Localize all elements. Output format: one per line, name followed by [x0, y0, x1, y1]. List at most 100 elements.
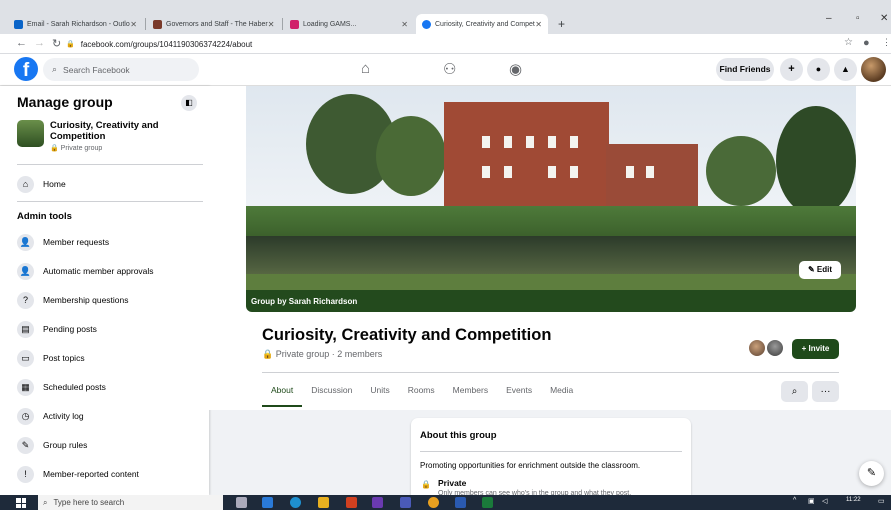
cover-photo: ✎ Edit Group by Sarah Richardson	[246, 86, 856, 312]
group-privacy: 🔒 Private group	[50, 145, 103, 152]
browser-tab-bar: Email - Sarah Richardson - Outlo ✕ Govern…	[0, 0, 891, 34]
pending-posts-icon: ▤	[17, 320, 34, 338]
close-icon[interactable]: ✕	[130, 20, 137, 29]
person-check-icon: 👤	[17, 262, 34, 280]
facebook-icon	[422, 19, 431, 29]
close-icon[interactable]: ✕	[401, 20, 408, 29]
compose-message-icon[interactable]: ✎	[859, 461, 884, 486]
cover-banner[interactable]: Group by Sarah Richardson	[246, 290, 856, 312]
sidebar-item-group-rules[interactable]: ✎ Group rules	[17, 434, 87, 456]
address-row: ← → ↻ 🔒 facebook.com/groups/104119030637…	[0, 34, 891, 54]
taskbar-search-input[interactable]: ⌕ Type here to search	[38, 495, 223, 510]
avatar[interactable]	[861, 57, 886, 82]
sidebar-item-member-requests[interactable]: 👤 Member requests	[17, 231, 109, 253]
close-icon[interactable]: ✕	[535, 20, 542, 29]
page-title: Curiosity, Creativity and Competition	[262, 326, 552, 344]
notification-center-icon[interactable]: ▭	[878, 497, 885, 505]
browser-tab-email[interactable]: Email - Sarah Richardson - Outlo ✕	[8, 14, 143, 34]
member-avatar[interactable]	[765, 338, 785, 358]
volume-icon[interactable]: ◁	[822, 497, 827, 505]
tray-chevron-icon[interactable]: ^	[793, 497, 796, 504]
sidebar-item-scheduled-posts[interactable]: ▦ Scheduled posts	[17, 376, 106, 398]
tab-about[interactable]: About	[262, 375, 303, 407]
tab-units[interactable]: Units	[361, 375, 398, 407]
tab-rooms[interactable]: Rooms	[399, 375, 444, 407]
group-subtitle: 🔒 Private group · 2 members	[262, 349, 383, 359]
browser-tab-gams[interactable]: Loading GAMS... ✕	[284, 14, 414, 34]
admin-tools-heading: Admin tools	[17, 211, 72, 222]
create-icon[interactable]: +	[780, 58, 803, 81]
sidebar-item-post-topics[interactable]: ▭ Post topics	[17, 347, 85, 369]
bookmark-star-icon[interactable]: ☆	[844, 37, 853, 48]
facebook-header: f ⌕ Search Facebook ⌂ ⚇ ◉ Find Friends +…	[0, 54, 891, 86]
tab-members[interactable]: Members	[444, 375, 497, 407]
profile-icon[interactable]: ●	[863, 37, 870, 49]
tab-media[interactable]: Media	[541, 375, 582, 407]
excel-icon[interactable]	[482, 497, 493, 508]
home-icon: ⌂	[17, 175, 34, 193]
gams-icon	[290, 19, 299, 29]
sidebar-item-automatic-member-approvals[interactable]: 👤 Automatic member approvals	[17, 260, 154, 282]
person-question-icon: ?	[17, 291, 34, 309]
browser-tab-governors[interactable]: Governors and Staff - The Haber ✕	[147, 14, 280, 34]
close-icon[interactable]: ✕	[268, 20, 275, 29]
lock-icon: 🔒	[66, 41, 75, 48]
word-icon[interactable]	[455, 497, 466, 508]
messenger-icon[interactable]: ●	[807, 58, 830, 81]
forward-icon[interactable]: →	[34, 37, 45, 49]
edit-cover-button[interactable]: ✎ Edit	[799, 261, 841, 279]
home-icon[interactable]: ⌂	[361, 60, 370, 77]
notifications-icon[interactable]: ▲	[834, 58, 857, 81]
edge-icon[interactable]	[290, 497, 301, 508]
post-topics-icon: ▭	[17, 349, 34, 367]
search-input[interactable]: ⌕ Search Facebook	[43, 58, 199, 81]
person-add-icon: 👤	[17, 233, 34, 251]
teams-icon[interactable]	[400, 497, 411, 508]
close-window-icon[interactable]: ✕	[880, 13, 888, 24]
group-thumbnail[interactable]	[17, 120, 44, 147]
menu-icon[interactable]: ⋮	[882, 37, 891, 48]
group-name[interactable]: Curiosity, Creativity and Competition	[50, 120, 190, 142]
clock-icon: ◷	[17, 407, 34, 425]
facebook-logo-icon[interactable]: f	[14, 57, 38, 81]
address-bar[interactable]: 🔒 facebook.com/groups/1041190306374224/a…	[66, 36, 826, 52]
onenote-icon[interactable]	[372, 497, 383, 508]
tab-events[interactable]: Events	[497, 375, 541, 407]
search-icon: ⌕	[791, 386, 798, 397]
tab-discussion[interactable]: Discussion	[302, 375, 361, 407]
new-tab-button[interactable]: +	[552, 14, 572, 34]
groups-icon[interactable]: ◉	[509, 60, 522, 78]
search-group-button[interactable]: ⌕	[781, 381, 808, 402]
minimize-icon[interactable]: –	[826, 13, 832, 24]
manage-group-sidebar: Manage group ◧ Curiosity, Creativity and…	[0, 86, 209, 495]
about-description: Promoting opportunities for enrichment o…	[420, 461, 641, 470]
member-avatar[interactable]	[747, 338, 767, 358]
lock-icon: 🔒	[421, 480, 431, 489]
chrome-icon[interactable]	[428, 497, 439, 508]
sidebar-item-membership-questions[interactable]: ? Membership questions	[17, 289, 129, 311]
sidebar-item-member-reported-content[interactable]: ! Member-reported content	[17, 463, 139, 485]
sidebar-item-pending-posts[interactable]: ▤ Pending posts	[17, 318, 97, 340]
calendar-icon: ▦	[17, 378, 34, 396]
outlook-icon	[14, 19, 23, 29]
reload-icon[interactable]: ↻	[52, 37, 61, 50]
restore-icon[interactable]: ▫	[856, 13, 860, 24]
file-explorer-icon[interactable]	[318, 497, 329, 508]
windows-start-icon[interactable]	[16, 498, 26, 508]
friends-icon[interactable]: ⚇	[443, 60, 456, 78]
find-friends-button[interactable]: Find Friends	[716, 58, 774, 81]
collapse-sidebar-icon[interactable]: ◧	[181, 95, 197, 111]
outlook-app-icon[interactable]	[262, 497, 273, 508]
sidebar-item-activity-log[interactable]: ◷ Activity log	[17, 405, 84, 427]
back-icon[interactable]: ←	[16, 37, 27, 49]
more-options-button[interactable]: ···	[812, 381, 839, 402]
browser-tab-facebook[interactable]: Curiosity, Creativity and Compet ✕	[416, 14, 548, 34]
clock[interactable]: 11:22	[846, 497, 861, 503]
privacy-title: Private	[438, 478, 467, 488]
task-view-icon[interactable]	[236, 497, 247, 508]
office-icon[interactable]	[346, 497, 357, 508]
network-icon[interactable]: ▣	[808, 497, 815, 505]
invite-button[interactable]: + Invite	[792, 339, 839, 359]
rules-icon: ✎	[17, 436, 34, 454]
sidebar-item-home[interactable]: ⌂ Home	[17, 173, 66, 195]
